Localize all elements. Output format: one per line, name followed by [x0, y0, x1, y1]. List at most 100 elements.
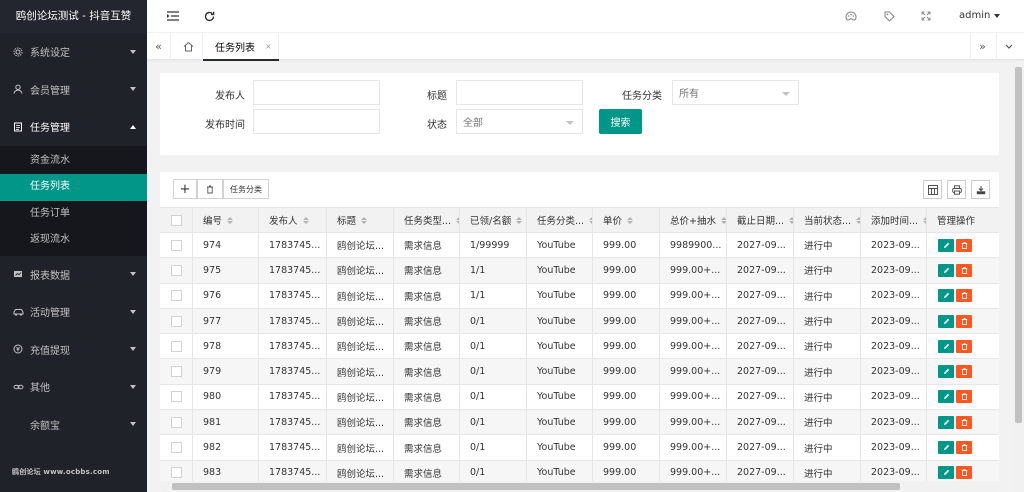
- table-row[interactable]: 980 1783745... 鸥创论坛... 需求信息 0/1 YouTube 999.00…: [160, 384, 999, 411]
- edit-button[interactable]: [938, 390, 954, 404]
- column-header[interactable]: 编号: [193, 208, 259, 232]
- table-cell: YouTube: [527, 410, 593, 435]
- horizontal-scrollbar[interactable]: [160, 481, 999, 492]
- sidebar-item-3[interactable]: 报表数据: [0, 256, 147, 294]
- add-button[interactable]: +: [173, 179, 197, 199]
- sort-icon[interactable]: [516, 216, 523, 224]
- sort-icon[interactable]: [361, 216, 368, 224]
- delete-row-button[interactable]: [956, 365, 972, 379]
- chevron-down-icon: [130, 384, 136, 389]
- close-icon[interactable]: ×: [265, 42, 272, 51]
- vertical-scrollbar[interactable]: [1013, 61, 1024, 492]
- delete-row-button[interactable]: [956, 441, 972, 455]
- sidebar-item-0[interactable]: 系统设定: [0, 33, 147, 71]
- column-header[interactable]: 总价+抽水: [660, 208, 727, 232]
- table-row[interactable]: 981 1783745... 鸥创论坛... 需求信息 0/1 YouTube 999.00…: [160, 410, 999, 436]
- sidebar-subitem-0[interactable]: 资金流水: [0, 148, 147, 175]
- table-cell: 2027-09...: [727, 308, 794, 334]
- tab-menu-icon[interactable]: [996, 33, 1020, 60]
- column-header[interactable]: 任务类型...: [394, 208, 460, 232]
- edit-button[interactable]: [938, 314, 954, 328]
- row-checkbox[interactable]: [170, 391, 182, 403]
- edit-button[interactable]: [938, 263, 954, 277]
- title-input[interactable]: [456, 80, 583, 105]
- tag-icon[interactable]: [882, 9, 896, 23]
- sort-icon[interactable]: [302, 216, 309, 224]
- delete-button[interactable]: [197, 179, 223, 199]
- table-row[interactable]: 975 1783745... 鸥创论坛... 需求信息 1/1 YouTube 999.00…: [160, 258, 999, 284]
- sidebar-item-7[interactable]: 余额宝: [0, 406, 147, 444]
- publisher-input[interactable]: [253, 80, 380, 105]
- table-row[interactable]: 982 1783745... 鸥创论坛... 需求信息 0/1 YouTube 999.00…: [160, 435, 999, 461]
- column-header[interactable]: 添加时间...: [861, 208, 927, 232]
- column-header[interactable]: 任务分类...: [527, 208, 593, 232]
- search-button[interactable]: 搜索: [599, 109, 642, 134]
- menu-fold-icon[interactable]: [166, 9, 180, 23]
- sidebar-item-1[interactable]: 会员管理: [0, 71, 147, 109]
- edit-button[interactable]: [938, 289, 954, 303]
- delete-row-button[interactable]: [956, 238, 972, 252]
- home-icon[interactable]: [175, 33, 203, 60]
- time-input[interactable]: [253, 109, 380, 134]
- edit-button[interactable]: [938, 339, 954, 353]
- actions-cell: [927, 309, 979, 333]
- delete-row-button[interactable]: [956, 289, 972, 303]
- fullscreen-icon[interactable]: [919, 9, 933, 23]
- delete-row-button[interactable]: [956, 339, 972, 353]
- select-all-checkbox[interactable]: [170, 214, 182, 226]
- edit-button[interactable]: [938, 466, 954, 480]
- column-header[interactable]: 单价: [593, 208, 660, 232]
- sort-icon[interactable]: [227, 216, 234, 224]
- theme-icon[interactable]: [844, 9, 858, 23]
- row-checkbox[interactable]: [170, 264, 182, 276]
- delete-row-button[interactable]: [956, 263, 972, 277]
- delete-row-button[interactable]: [956, 390, 972, 404]
- edit-button[interactable]: [938, 238, 954, 252]
- sidebar-subitem-2[interactable]: 任务订单: [0, 201, 147, 228]
- sidebar-subitem-3[interactable]: 返现流水: [0, 227, 147, 254]
- sidebar-item-4[interactable]: 活动管理: [0, 293, 147, 331]
- scrollbar-thumb[interactable]: [1015, 67, 1022, 423]
- column-header[interactable]: 当前状态...: [794, 208, 861, 232]
- scrollbar-thumb[interactable]: [172, 483, 900, 490]
- row-checkbox[interactable]: [170, 442, 182, 454]
- row-checkbox[interactable]: [170, 416, 182, 428]
- sidebar-item-6[interactable]: 其他: [0, 368, 147, 406]
- sidebar-subitem-1[interactable]: 任务列表: [0, 174, 147, 201]
- delete-row-button[interactable]: [956, 415, 972, 429]
- table-row[interactable]: 977 1783745... 鸥创论坛... 需求信息 0/1 YouTube 999.00…: [160, 308, 999, 335]
- tab-prev-icon[interactable]: «: [147, 33, 171, 60]
- row-checkbox[interactable]: [170, 467, 182, 479]
- table-row[interactable]: 978 1783745... 鸥创论坛... 需求信息 0/1 YouTube 999.00…: [160, 334, 999, 360]
- tab-next-icon[interactable]: »: [970, 33, 994, 60]
- column-header[interactable]: 标题: [327, 208, 394, 232]
- table-row[interactable]: 974 1783745... 鸥创论坛... 需求信息 1/99999 YouTube 99…: [160, 233, 999, 259]
- user-menu[interactable]: admin: [959, 10, 1001, 21]
- delete-row-button[interactable]: [956, 314, 972, 328]
- column-header[interactable]: 已领/名额: [460, 208, 527, 232]
- row-checkbox[interactable]: [170, 239, 182, 251]
- table-row[interactable]: 979 1783745... 鸥创论坛... 需求信息 0/1 YouTube 999.00…: [160, 359, 999, 385]
- row-checkbox[interactable]: [170, 340, 182, 352]
- sidebar-item-2[interactable]: 任务管理: [0, 108, 147, 146]
- edit-button[interactable]: [938, 415, 954, 429]
- row-checkbox[interactable]: [170, 315, 182, 327]
- edit-button[interactable]: [938, 441, 954, 455]
- print-icon[interactable]: [947, 180, 966, 199]
- table-row[interactable]: 976 1783745... 鸥创论坛... 需求信息 1/1 YouTube 999.00…: [160, 283, 999, 309]
- status-select[interactable]: 全部: [456, 109, 583, 134]
- column-header[interactable]: 截止日期...: [727, 208, 794, 232]
- tab-task-list[interactable]: 任务列表 ×: [203, 33, 279, 61]
- row-checkbox[interactable]: [170, 290, 182, 302]
- category-select[interactable]: 所有: [672, 80, 799, 105]
- sort-icon[interactable]: [627, 216, 634, 224]
- delete-row-button[interactable]: [956, 466, 972, 480]
- edit-button[interactable]: [938, 365, 954, 379]
- column-header[interactable]: 发布人: [259, 208, 327, 232]
- export-icon[interactable]: [971, 180, 990, 199]
- refresh-icon[interactable]: [202, 9, 216, 23]
- category-button[interactable]: 任务分类: [223, 179, 269, 199]
- row-checkbox[interactable]: [170, 366, 182, 378]
- sidebar-item-5[interactable]: 充值提现: [0, 331, 147, 369]
- columns-icon[interactable]: [923, 180, 942, 199]
